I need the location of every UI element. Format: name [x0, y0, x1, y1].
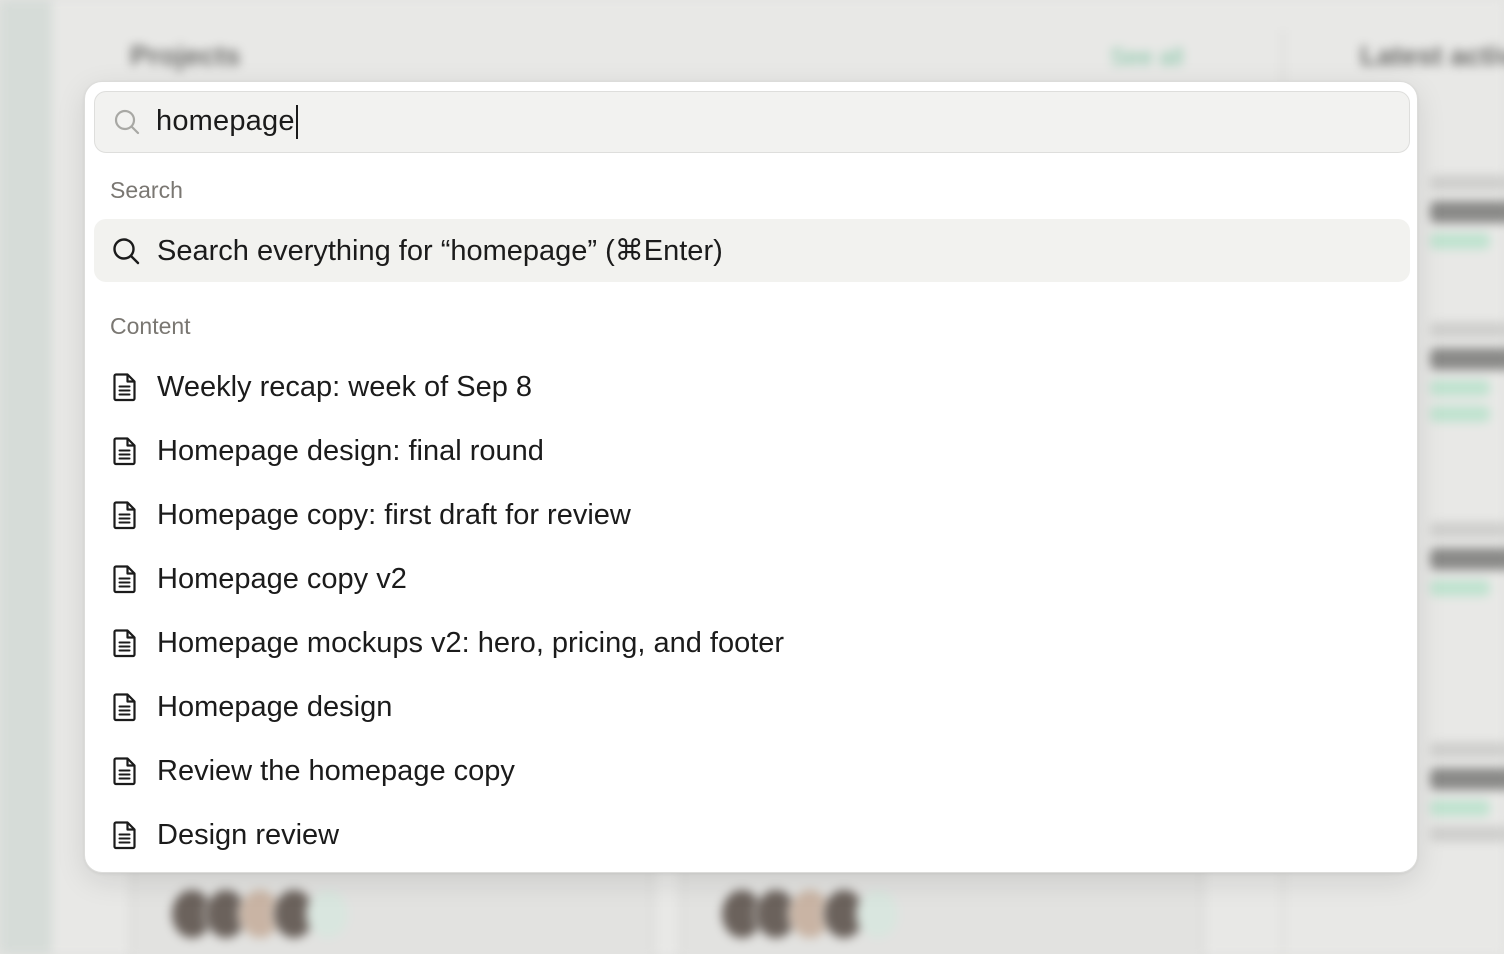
content-result-item[interactable]: Homepage design: [94, 675, 1410, 739]
background-activity-item: [1430, 522, 1504, 606]
document-icon: [109, 755, 141, 787]
search-query-text: homepage: [156, 104, 295, 137]
background-sidebar: [0, 0, 52, 954]
text-caret: [295, 105, 298, 140]
background-avatar-stack: [170, 888, 350, 940]
section-label-content: Content: [110, 313, 191, 339]
content-result-label: Review the homepage copy: [157, 754, 515, 787]
content-result-item[interactable]: Homepage copy v2: [94, 547, 1410, 611]
content-result-label: Homepage copy: first draft for review: [157, 498, 631, 531]
search-icon: [109, 234, 143, 268]
search-everything-option[interactable]: Search everything for “homepage” (⌘Enter…: [94, 219, 1410, 282]
content-result-label: Homepage copy v2: [157, 562, 407, 595]
content-result-label: Weekly recap: week of Sep 8: [157, 370, 533, 403]
content-result-label: Homepage mockups v2: hero, pricing, and …: [157, 626, 785, 659]
search-input[interactable]: homepage: [94, 91, 1410, 153]
document-icon: [109, 499, 141, 531]
document-icon: [109, 627, 141, 659]
background-activity-item: [1430, 742, 1504, 852]
content-result-item[interactable]: Weekly recap: week of Sep 8: [94, 355, 1410, 419]
content-results-list: Weekly recap: week of Sep 8 Homepage des…: [94, 355, 1410, 867]
document-icon: [109, 563, 141, 595]
content-result-item[interactable]: Design review: [94, 803, 1410, 867]
background-avatar-stack: [720, 888, 900, 940]
content-result-item[interactable]: Review the homepage copy: [94, 739, 1410, 803]
document-icon: [109, 435, 141, 467]
section-label-search: Search: [110, 177, 183, 203]
document-icon: [109, 371, 141, 403]
background-latest-activity-title: Latest activity: [1360, 40, 1504, 71]
avatar: [856, 888, 900, 940]
search-icon: [112, 107, 142, 137]
background-see-all-link: See all: [1110, 44, 1184, 71]
document-icon: [109, 691, 141, 723]
content-result-item[interactable]: Homepage copy: first draft for review: [94, 483, 1410, 547]
command-palette: homepage Search Search everything for “h…: [84, 81, 1418, 873]
content-result-item[interactable]: Homepage design: final round: [94, 419, 1410, 483]
content-result-label: Design review: [157, 818, 340, 851]
document-icon: [109, 819, 141, 851]
background-activity-item: [1430, 175, 1504, 259]
background-projects-title: Projects: [130, 40, 241, 71]
content-result-label: Homepage design: [157, 690, 393, 723]
search-everything-label: Search everything for “homepage” (⌘Enter…: [157, 235, 723, 267]
avatar: [306, 888, 350, 940]
content-result-label: Homepage design: final round: [157, 434, 544, 467]
background-activity-item: [1430, 322, 1504, 432]
content-result-item[interactable]: Homepage mockups v2: hero, pricing, and …: [94, 611, 1410, 675]
